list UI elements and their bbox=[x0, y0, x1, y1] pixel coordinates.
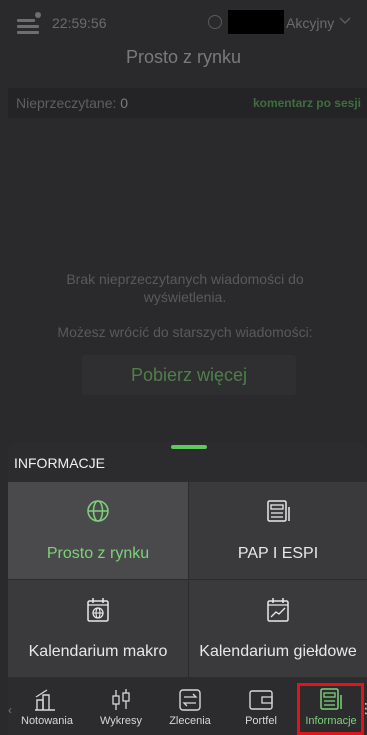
menu-icon[interactable] bbox=[17, 12, 41, 34]
tile-label: Kalendarium makro bbox=[28, 643, 168, 660]
nav-item-wykresy[interactable]: Wykresy bbox=[88, 682, 154, 735]
candlestick-icon bbox=[112, 689, 130, 710]
account-number-redacted bbox=[228, 10, 284, 34]
tile-label: PAP I ESPI bbox=[237, 545, 319, 562]
tile-prosto-z-rynku[interactable]: Prosto z rynku bbox=[8, 482, 188, 579]
nav-item-notowania[interactable]: Notowania bbox=[14, 682, 80, 735]
empty-message: Brak nieprzeczytanych wiadomości do wyśw… bbox=[66, 271, 304, 305]
globe-icon bbox=[87, 500, 109, 522]
sheet-grabber[interactable] bbox=[171, 445, 207, 449]
load-more-button[interactable]: Pobierz więcej bbox=[82, 355, 296, 395]
nav-item-zlecenia[interactable]: Zlecenia bbox=[157, 682, 223, 735]
page-title: Prosto z rynku bbox=[125, 47, 242, 67]
nav-label: Zlecenia bbox=[169, 715, 211, 727]
account-icon bbox=[208, 15, 222, 29]
nav-label: Portfel bbox=[245, 715, 277, 727]
unread-label-text: Nieprzeczytane: bbox=[16, 95, 117, 111]
calendar-chart-icon bbox=[267, 598, 289, 622]
tile-pap-espi[interactable]: PAP I ESPI bbox=[189, 482, 367, 579]
top-bar: 22:59:56 Akcyjny bbox=[0, 0, 367, 44]
clock: 22:59:56 bbox=[52, 15, 107, 31]
nav-item-portfel[interactable]: Portfel bbox=[228, 682, 294, 735]
selection-highlight bbox=[297, 683, 364, 735]
nav-label: Notowania bbox=[21, 715, 73, 727]
unread-label: Nieprzeczytane: 0 bbox=[16, 95, 128, 111]
newspaper-icon bbox=[267, 500, 290, 522]
tile-kalendarium-makro[interactable]: Kalendarium makro bbox=[8, 580, 188, 677]
calendar-globe-icon bbox=[87, 598, 109, 622]
older-messages-hint: Możesz wrócić do starszych wiadomości: bbox=[57, 324, 313, 340]
nav-label: Wykresy bbox=[99, 715, 143, 727]
tile-kalendarium-gieldowe[interactable]: Kalendarium giełdowe bbox=[189, 580, 367, 677]
sheet-title: INFORMACJE bbox=[14, 455, 105, 471]
tile-label: Kalendarium giełdowe bbox=[199, 643, 357, 660]
unread-count: 0 bbox=[120, 95, 129, 111]
info-bar: Nieprzeczytane: 0 komentarz po sesji bbox=[8, 88, 367, 118]
tile-label: Prosto z rynku bbox=[46, 545, 150, 562]
bar-chart-icon bbox=[35, 689, 55, 711]
scroll-left-indicator: ‹ bbox=[8, 703, 12, 717]
chevron-down-icon[interactable] bbox=[338, 14, 352, 28]
comment-link[interactable]: komentarz po sesji bbox=[253, 96, 361, 110]
exchange-icon bbox=[179, 689, 201, 711]
wallet-icon bbox=[249, 690, 273, 710]
account-type[interactable]: Akcyjny bbox=[286, 15, 334, 31]
